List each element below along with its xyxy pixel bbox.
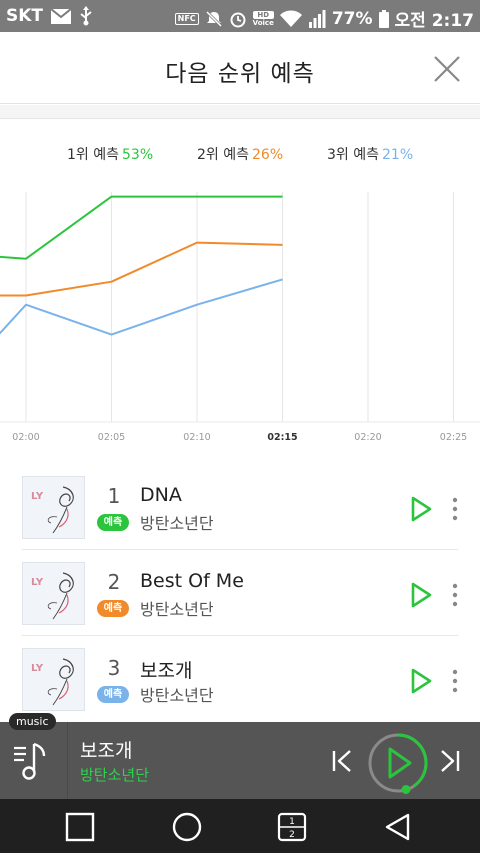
- prediction-badge: 예측: [97, 600, 129, 617]
- rank-number: 1: [107, 484, 121, 508]
- header: 다음 순위 예측: [0, 32, 480, 104]
- rank-number: 2: [107, 570, 121, 594]
- x-tick-label: 02:25: [440, 432, 467, 443]
- song-artist: 방탄소년단: [140, 686, 214, 705]
- x-tick-label: 02:05: [98, 432, 125, 443]
- prediction-badge: 예측: [97, 686, 129, 703]
- song-artist: 방탄소년단: [140, 514, 214, 533]
- svg-text:LY: LY: [31, 663, 44, 674]
- rank-number: 3: [107, 656, 121, 680]
- play-icon: [411, 668, 432, 694]
- legend-percent: 53%: [122, 147, 154, 163]
- x-tick-label: 02:20: [354, 432, 381, 443]
- hd-voice-icon: HD Voice: [252, 10, 274, 27]
- system-nav-bar: 1 2: [0, 799, 480, 853]
- legend-percent: 21%: [382, 147, 414, 163]
- rank-prediction-chart: 02:00 02:05 02:10 02:15 02:20 02:25: [0, 192, 480, 443]
- series-line-3: [0, 278, 283, 336]
- more-options-button[interactable]: [446, 580, 464, 610]
- song-title: Best Of Me: [140, 570, 244, 592]
- home-button[interactable]: [171, 811, 203, 843]
- legend-label: 3위 예측: [327, 147, 379, 163]
- svg-text:2: 2: [289, 830, 295, 840]
- play-button[interactable]: [405, 666, 435, 696]
- battery-percent: 77%: [331, 8, 373, 29]
- song-title: DNA: [140, 484, 182, 506]
- previous-button[interactable]: [330, 748, 356, 774]
- back-triangle-icon: [385, 813, 410, 841]
- legend-item-1: 1위 예측 53%: [67, 144, 153, 164]
- play-button[interactable]: [405, 580, 435, 610]
- legend-label: 1위 예측: [67, 147, 119, 163]
- album-art: LY: [22, 648, 85, 711]
- more-options-button[interactable]: [446, 666, 464, 696]
- square-icon: [65, 812, 95, 842]
- battery-icon: [378, 9, 389, 28]
- app-screen: SKT NFC HD Voice 77% 오전 2:17 다음 순위 예측 1위…: [0, 0, 480, 853]
- album-art: LY: [22, 476, 85, 539]
- song-artist: 방탄소년단: [140, 600, 214, 619]
- now-playing-artist: 방탄소년단: [80, 766, 150, 784]
- series-line-2: [0, 241, 283, 297]
- svg-text:1: 1: [289, 817, 295, 827]
- overview-button[interactable]: [64, 811, 96, 843]
- legend-item-3: 3위 예측 21%: [327, 144, 413, 164]
- legend-label: 2위 예측: [197, 147, 249, 163]
- play-icon: [411, 582, 432, 608]
- x-tick-label: 02:15: [267, 432, 297, 443]
- legend-percent: 26%: [252, 147, 284, 163]
- carrier-label: SKT: [6, 6, 44, 26]
- list-item[interactable]: LY 2 Best Of Me 예측 방탄소년단: [0, 550, 480, 636]
- home-circle-icon: [172, 812, 202, 842]
- player-divider: [67, 722, 68, 799]
- play-icon: [388, 747, 412, 779]
- mute-icon: [205, 10, 222, 27]
- list-item[interactable]: LY 3 보조개 예측 방탄소년단: [0, 636, 480, 722]
- dual-window-button[interactable]: 1 2: [276, 811, 308, 843]
- now-playing-title: 보조개: [80, 740, 133, 762]
- playlist-music-icon[interactable]: [10, 736, 58, 784]
- progress-knob[interactable]: [401, 785, 411, 794]
- alarm-icon: [230, 12, 246, 27]
- prediction-badge: 예측: [97, 514, 129, 531]
- legend-item-2: 2위 예측 26%: [197, 144, 283, 164]
- progress-ring: [397, 733, 428, 788]
- page-title: 다음 순위 예측: [165, 61, 315, 87]
- mini-player[interactable]: 보조개 방탄소년단: [0, 722, 480, 799]
- x-tick-label: 02:00: [12, 432, 39, 443]
- clock: 오전 2:17: [394, 11, 474, 31]
- album-art: LY: [22, 562, 85, 625]
- music-tag: music: [9, 713, 56, 730]
- signal-icon: [308, 9, 326, 28]
- header-divider-band: [0, 105, 480, 119]
- status-bar: SKT NFC HD Voice 77% 오전 2:17: [0, 0, 480, 32]
- back-button[interactable]: [382, 811, 414, 843]
- list-item[interactable]: LY 1 DNA 예측 방탄소년단: [0, 464, 480, 550]
- svg-text:LY: LY: [31, 491, 44, 502]
- close-button[interactable]: [432, 54, 462, 84]
- song-title: 보조개: [140, 660, 193, 682]
- play-pause-button[interactable]: [367, 732, 429, 794]
- more-options-button[interactable]: [446, 494, 464, 524]
- play-button[interactable]: [405, 494, 435, 524]
- next-button[interactable]: [436, 748, 462, 774]
- series-line-1: [0, 195, 283, 260]
- x-tick-label: 02:10: [183, 432, 210, 443]
- svg-text:LY: LY: [31, 577, 44, 588]
- skip-next-icon: [441, 750, 455, 772]
- nfc-icon: NFC: [174, 12, 199, 25]
- play-icon: [411, 496, 432, 522]
- wifi-icon: [279, 10, 302, 27]
- mail-icon: [51, 8, 72, 24]
- usb-icon: [80, 6, 92, 26]
